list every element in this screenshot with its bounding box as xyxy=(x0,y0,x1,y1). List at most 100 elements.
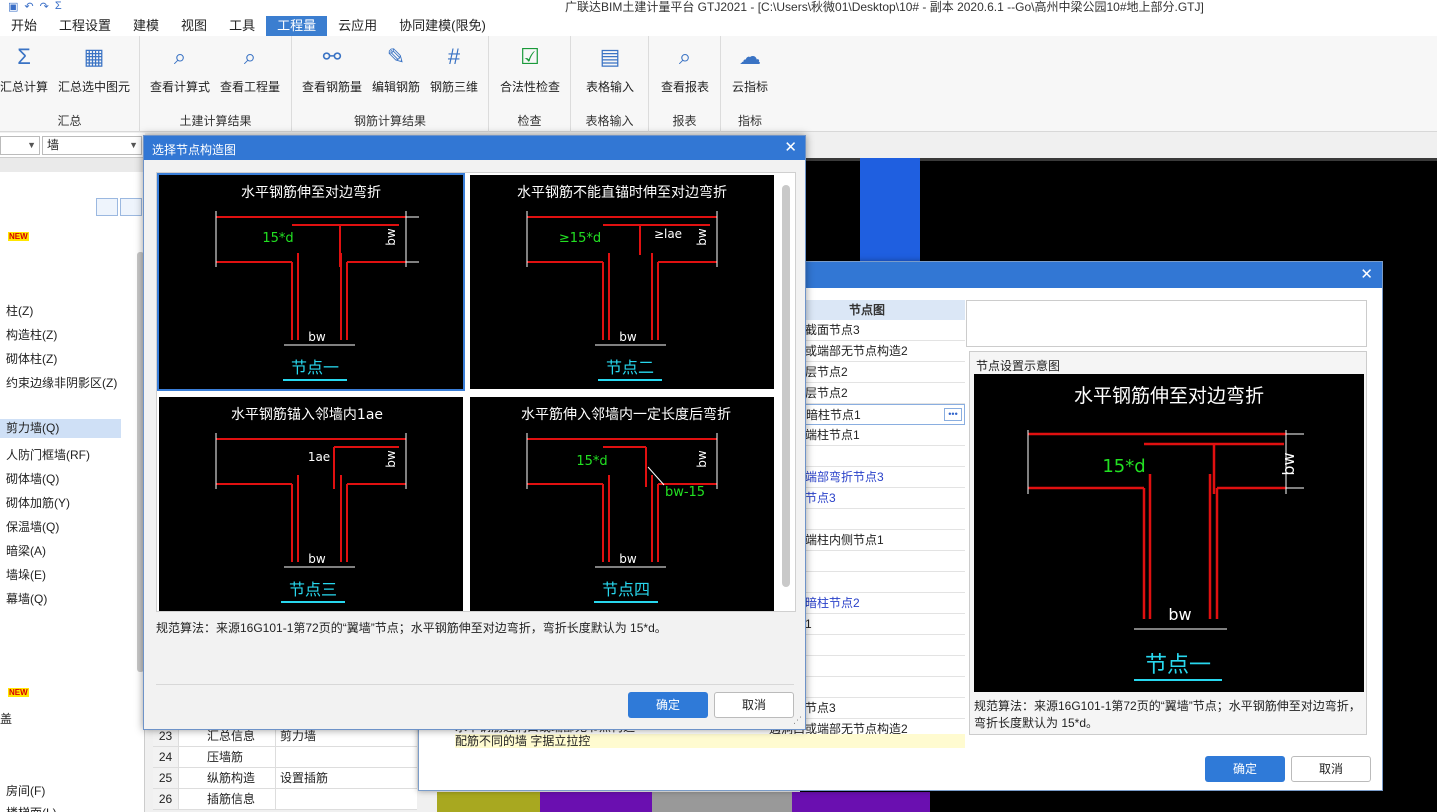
rule-description: 规范算法：来源16G101-1第72页的“翼墙”节点；水平钢筋伸至对边弯折，弯折… xyxy=(156,621,667,635)
rebar-3d-button[interactable]: # 钢筋三维 xyxy=(428,42,480,95)
tree-item[interactable]: 砌体墙(Q) xyxy=(6,470,59,487)
table-row[interactable]: 24 压墙筋 xyxy=(153,747,417,768)
tree-item[interactable]: 暗梁(A) xyxy=(6,542,46,559)
table-row[interactable]: 26 插筋信息 xyxy=(153,789,417,810)
view-report-button[interactable]: ⌕ 查看报表 xyxy=(657,42,713,95)
save-icon[interactable]: ▣ xyxy=(8,0,18,16)
menu-tools[interactable]: 工具 xyxy=(218,16,266,36)
ribbon-group-label: 钢筋计算结果 xyxy=(353,114,426,128)
redo-icon[interactable]: ↷ xyxy=(40,0,49,16)
dim-label: bw xyxy=(308,552,326,566)
menu-collab[interactable]: 协同建模(限免) xyxy=(388,16,497,36)
new-badge: NEW xyxy=(8,232,29,241)
select-node-dialog: 选择节点构造图 ✕ 水平钢筋伸至对边弯折 15*d bw bw 节点一 水平钢筋… xyxy=(143,135,806,730)
node-preview-panel: 节点设置示意图 水平钢筋伸至对边弯折 15*d bw bw 节点一 规范算法：来… xyxy=(969,351,1367,735)
close-icon[interactable]: ✕ xyxy=(1360,265,1373,283)
tree-item[interactable]: 房间(F) xyxy=(6,782,45,799)
table-row[interactable]: 25 纵筋构造 设置插筋 xyxy=(153,768,417,789)
resize-grip-icon[interactable]: ⋰ xyxy=(793,715,802,726)
dim-label: ≥lae xyxy=(654,227,682,241)
menu-view[interactable]: 视图 xyxy=(170,16,218,36)
menu-quantities[interactable]: 工程量 xyxy=(266,16,328,36)
menu-bar: 开始 工程设置 建模 视图 工具 工程量 云应用 协同建模(限免) xyxy=(0,16,1437,36)
node-option-3[interactable]: 水平钢筋锚入邻墙内1ae 1ae bw bw 节点三 xyxy=(159,397,463,611)
sigma-icon: Σ xyxy=(17,44,31,69)
node-caption: 节点三 xyxy=(289,580,337,599)
ribbon: Σ 汇总计算 ▦ 汇总选中图元 汇总 ⌕ 查看计算式 ⌕ 查看工程量 土建计算结… xyxy=(0,36,1437,132)
node-heading: 水平钢筋锚入邻墙内1ae xyxy=(231,406,383,423)
tree-item[interactable]: 构造柱(Z) xyxy=(6,326,57,343)
view-formula-button[interactable]: ⌕ 查看计算式 xyxy=(148,42,212,95)
tree-item[interactable]: 砌体加筋(Y) xyxy=(6,494,70,511)
tree-header xyxy=(0,158,145,172)
rebar-glasses-icon: ⚯ xyxy=(322,44,342,69)
tree-item[interactable]: 砌体柱(Z) xyxy=(6,350,57,367)
list-view-button[interactable] xyxy=(96,198,118,216)
detail-view-button[interactable] xyxy=(120,198,142,216)
menu-project-settings[interactable]: 工程设置 xyxy=(48,16,122,36)
menu-modeling[interactable]: 建模 xyxy=(122,16,170,36)
node-gallery: 水平钢筋伸至对边弯折 15*d bw bw 节点一 水平钢筋不能直锚时伸至对边弯… xyxy=(156,172,796,612)
ribbon-group-index: ☁ 云指标 指标 xyxy=(721,36,779,132)
edit-rebar-button[interactable]: ✎ 编辑钢筋 xyxy=(370,42,422,95)
view-rebar-button[interactable]: ⚯ 查看钢筋量 xyxy=(300,42,364,95)
more-icon[interactable]: ••• xyxy=(944,408,962,421)
dim-label: bw xyxy=(619,552,637,566)
tree-item[interactable]: 约束边缘非阴影区(Z) xyxy=(6,374,117,391)
category-select[interactable]: 墙 ▼ xyxy=(42,136,142,155)
dialog-title: 选择节点构造图 xyxy=(152,143,237,157)
tree-item[interactable]: 柱(Z) xyxy=(6,302,33,319)
tree-item[interactable]: 盖 xyxy=(0,710,12,727)
tree-item[interactable]: 人防门框墙(RF) xyxy=(6,446,90,463)
quantity-search-icon: ⌕ xyxy=(243,44,257,69)
cancel-button[interactable]: 取消 xyxy=(1291,756,1371,782)
menu-cloud[interactable]: 云应用 xyxy=(327,16,388,36)
node-option-1[interactable]: 水平钢筋伸至对边弯折 15*d bw bw 节点一 xyxy=(157,173,465,391)
menu-start[interactable]: 开始 xyxy=(0,16,48,36)
summary-selected-button[interactable]: ▦ 汇总选中图元 xyxy=(55,42,133,95)
table-sum-icon: ▦ xyxy=(83,44,105,69)
close-icon[interactable]: ✕ xyxy=(784,138,797,156)
cancel-button[interactable]: 取消 xyxy=(714,692,794,718)
dialog-titlebar: 选择节点构造图 ✕ xyxy=(144,136,805,160)
ribbon-group-label: 指标 xyxy=(737,114,762,128)
ok-button[interactable]: 确定 xyxy=(1205,756,1285,782)
tree-item[interactable]: 保温墙(Q) xyxy=(6,518,59,535)
model-wall-3d xyxy=(860,158,920,268)
preview-dim-bw-vertical: bw xyxy=(1279,452,1298,475)
table-input-button[interactable]: ▤ 表格输入 xyxy=(579,42,641,95)
list-item[interactable]: 配筋不同的墙 字据立拉控 xyxy=(455,734,965,748)
tree-item[interactable]: 墙垛(E) xyxy=(6,566,46,583)
ribbon-group-civil-results: ⌕ 查看计算式 ⌕ 查看工程量 土建计算结果 xyxy=(140,36,292,132)
dim-label: bw-15 xyxy=(665,485,705,500)
gallery-scrollbar[interactable] xyxy=(782,185,790,587)
node-heading: 水平筋伸入邻墙内一定长度后弯折 xyxy=(521,406,731,423)
dim-label: bw xyxy=(619,330,637,344)
node-preview-image: 水平钢筋伸至对边弯折 15*d bw bw 节点一 xyxy=(974,374,1364,692)
validity-check-button[interactable]: ☑ 合法性检查 xyxy=(497,42,563,95)
summary-calc-button[interactable]: Σ 汇总计算 xyxy=(0,42,48,95)
layer-select[interactable]: ▼ xyxy=(0,136,40,155)
ribbon-group-summary: Σ 汇总计算 ▦ 汇总选中图元 汇总 xyxy=(0,36,140,132)
tree-item[interactable]: 幕墙(Q) xyxy=(6,590,47,607)
cloud-index-button[interactable]: ☁ 云指标 xyxy=(725,42,775,95)
preview-heading: 水平钢筋伸至对边弯折 xyxy=(1074,385,1264,407)
tree-item-selected[interactable]: 剪力墙(Q) xyxy=(0,419,121,438)
tree-item[interactable]: 楼梯面(L) xyxy=(6,804,57,812)
node-option-2[interactable]: 水平钢筋不能直锚时伸至对边弯折 ≥15*d ≥lae bw bw 节点二 xyxy=(470,175,774,389)
canvas-strip xyxy=(540,792,652,812)
preview-description: 规范算法：来源16G101-1第72页的“翼墙”节点；水平钢筋伸至对边弯折，弯折… xyxy=(974,699,1361,730)
view-quantity-button[interactable]: ⌕ 查看工程量 xyxy=(218,42,282,95)
dim-label: ≥15*d xyxy=(559,231,601,246)
selector-row: ▼ 墙 ▼ xyxy=(0,133,145,158)
node-option-4[interactable]: 水平筋伸入邻墙内一定长度后弯折 15*d bw-15 bw bw 节点四 xyxy=(470,397,774,611)
dim-label: bw xyxy=(308,330,326,344)
preview-top-box xyxy=(966,300,1367,347)
ribbon-group-check: ☑ 合法性检查 检查 xyxy=(489,36,571,132)
ribbon-group-report: ⌕ 查看报表 报表 xyxy=(649,36,721,132)
ok-button[interactable]: 确定 xyxy=(628,692,708,718)
sum-icon[interactable]: Σ xyxy=(55,0,62,16)
undo-icon[interactable]: ↶ xyxy=(24,0,33,16)
preview-caption: 节点一 xyxy=(1145,653,1211,678)
ribbon-group-label: 检查 xyxy=(517,114,542,128)
